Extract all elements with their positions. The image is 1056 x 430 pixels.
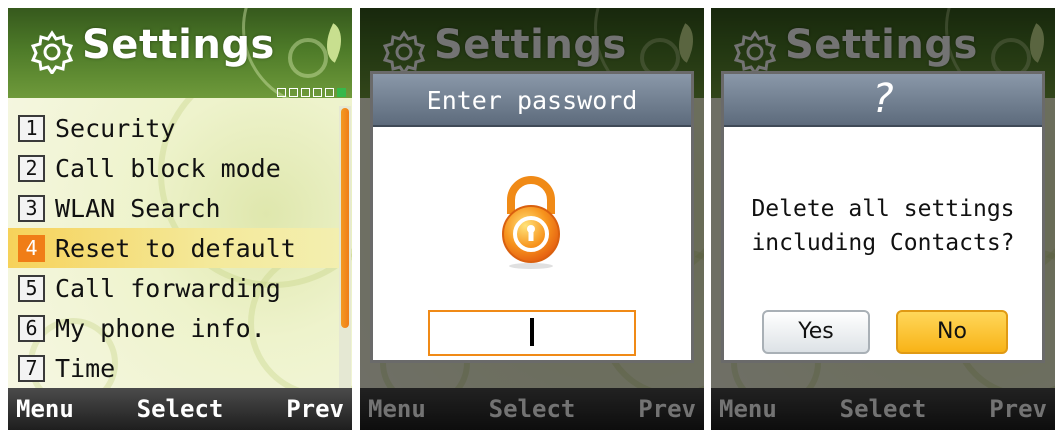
- menu-item-number: 1: [18, 114, 45, 142]
- gear-icon: [30, 30, 74, 74]
- softkey-select: Select: [839, 395, 927, 423]
- menu-item-my-phone-info[interactable]: 6 My phone info.: [8, 308, 342, 348]
- softkey-bar: Menu Select Prev: [360, 388, 704, 430]
- softkey-menu: Menu: [368, 395, 426, 423]
- question-icon: ?: [724, 74, 1042, 127]
- scrollbar-thumb[interactable]: [341, 108, 349, 328]
- menu-item-wlan-search[interactable]: 3 WLAN Search: [8, 188, 342, 228]
- menu-item-label: Time: [55, 353, 116, 383]
- dialog-title: Enter password: [373, 74, 691, 127]
- confirm-dialog: ? Delete all settings including Contacts…: [721, 71, 1045, 363]
- menu-item-number: 3: [18, 194, 45, 222]
- menu-item-call-block-mode[interactable]: 2 Call block mode: [8, 148, 342, 188]
- lock-icon: [502, 176, 560, 269]
- message-line: including Contacts?: [751, 230, 1015, 256]
- page-title: Settings: [82, 22, 275, 68]
- message-line: Delete all settings: [751, 196, 1015, 222]
- password-input[interactable]: [428, 310, 636, 356]
- softkey-prev[interactable]: Prev: [286, 395, 344, 423]
- menu-item-label: Call forwarding: [55, 273, 281, 303]
- menu-item-label: Reset to default: [55, 233, 296, 263]
- softkey-bar: Menu Select Prev: [8, 388, 352, 430]
- menu-item-time[interactable]: 7 Time: [8, 348, 342, 388]
- password-dialog: Enter password: [370, 71, 694, 363]
- menu-item-number: 2: [18, 154, 45, 182]
- softkey-prev: Prev: [638, 395, 696, 423]
- menu-item-number: 6: [18, 314, 45, 342]
- settings-menu-list: 1 Security 2 Call block mode 3 WLAN Sear…: [8, 108, 342, 388]
- menu-item-number: 5: [18, 274, 45, 302]
- settings-screen-password: Settings Menu Select Prev Enter password: [360, 8, 704, 430]
- gear-icon: [382, 30, 426, 74]
- confirm-message: Delete all settings including Contacts?: [724, 192, 1042, 260]
- menu-scrollbar[interactable]: [339, 106, 351, 388]
- settings-screen-menu: Settings 1 Security 2 Call block mode 3 …: [8, 8, 352, 430]
- menu-item-security[interactable]: 1 Security: [8, 108, 342, 148]
- softkey-bar: Menu Select Prev: [711, 388, 1055, 430]
- gear-icon: [733, 30, 777, 74]
- settings-screen-confirm: Settings Menu Select Prev ? Delete all s…: [711, 8, 1055, 430]
- menu-item-number: 7: [18, 354, 45, 382]
- page-title: Settings: [785, 22, 978, 68]
- menu-item-reset-to-default[interactable]: 4 Reset to default: [8, 228, 342, 268]
- menu-item-label: Call block mode: [55, 153, 281, 183]
- menu-item-label: My phone info.: [55, 313, 266, 343]
- settings-header: Settings: [8, 8, 352, 98]
- yes-button[interactable]: Yes: [762, 310, 870, 354]
- page-title: Settings: [434, 22, 627, 68]
- softkey-prev: Prev: [989, 395, 1047, 423]
- menu-item-call-forwarding[interactable]: 5 Call forwarding: [8, 268, 342, 308]
- page-indicator: [277, 88, 346, 98]
- softkey-menu: Menu: [719, 395, 777, 423]
- menu-item-label: WLAN Search: [55, 193, 221, 223]
- menu-item-label: Security: [55, 113, 176, 143]
- no-button[interactable]: No: [896, 310, 1008, 354]
- softkey-select[interactable]: Select: [137, 395, 224, 423]
- menu-item-number: 4: [18, 234, 45, 262]
- softkey-select: Select: [488, 395, 576, 423]
- softkey-menu[interactable]: Menu: [16, 395, 74, 423]
